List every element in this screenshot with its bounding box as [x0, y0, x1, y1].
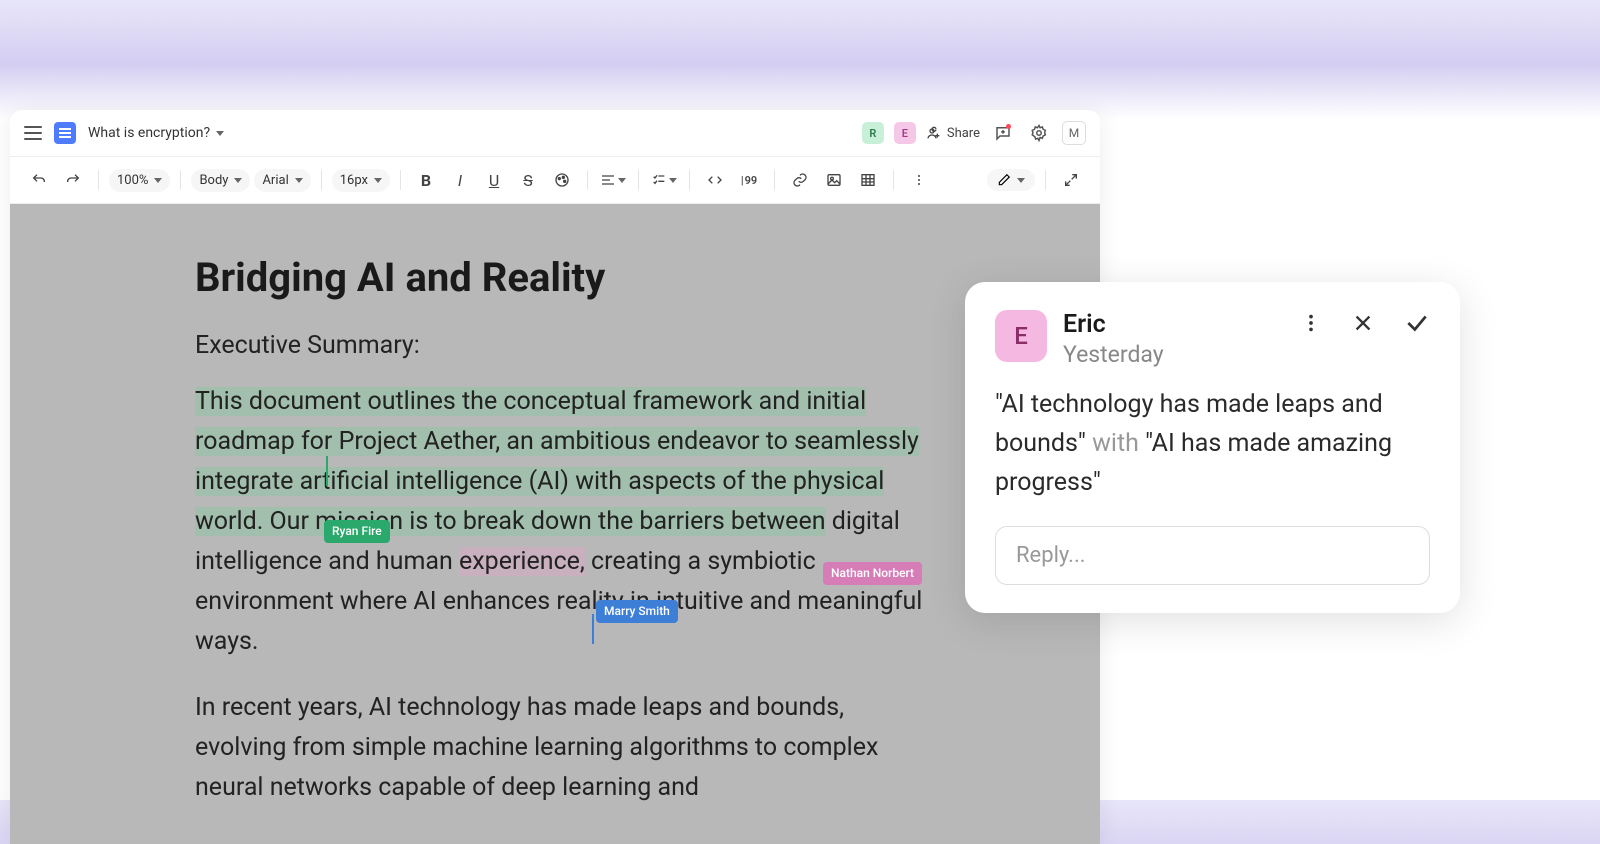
titlebar: What is encryption? R E Share M [10, 110, 1100, 157]
comment-author-name: Eric [1063, 310, 1284, 339]
link-icon [792, 172, 808, 188]
expand-button[interactable] [1056, 165, 1086, 195]
highlight-green: This document outlines the conceptual fr… [195, 387, 919, 456]
comment-body: "AI technology has made leaps and bounds… [995, 386, 1430, 502]
share-button[interactable]: Share [926, 125, 980, 141]
comment-with-text: with [1086, 429, 1145, 458]
cursor-tag-marry: Marry Smith [596, 600, 678, 623]
redo-icon [65, 172, 81, 188]
chevron-down-icon [618, 178, 626, 183]
more-vertical-icon [911, 172, 927, 188]
chevron-down-icon [669, 178, 677, 183]
chevron-down-icon [1017, 178, 1025, 183]
collaborator-avatar-r[interactable]: R [862, 122, 884, 144]
document-title-dropdown[interactable]: What is encryption? [88, 125, 224, 141]
document-title-text: What is encryption? [88, 125, 210, 141]
code-button[interactable] [700, 165, 730, 195]
cursor-tag-nathan: Nathan Norbert [823, 562, 922, 585]
comment-author-avatar: E [995, 310, 1047, 362]
fontsize-dropdown[interactable]: 16px [332, 169, 390, 192]
cursor-caret-green [326, 456, 328, 486]
comment-timestamp: Yesterday [1063, 341, 1284, 368]
comment-more-button[interactable] [1300, 312, 1322, 334]
undo-icon [31, 172, 47, 188]
menu-icon[interactable] [24, 126, 42, 140]
document-canvas[interactable]: Bridging AI and Reality Executive Summar… [10, 204, 1100, 844]
zoom-value: 100% [117, 173, 148, 188]
paragraph-1: This document outlines the conceptual fr… [195, 382, 935, 662]
paragraph-2: In recent years, AI technology has made … [195, 688, 935, 808]
palette-icon [554, 172, 570, 188]
line-number-display: |99 [734, 165, 764, 195]
more-vertical-icon [1300, 312, 1322, 334]
page-content: Bridging AI and Reality Executive Summar… [195, 254, 935, 808]
edit-mode-dropdown[interactable] [987, 169, 1035, 191]
align-left-icon [600, 172, 616, 188]
font-dropdown[interactable]: Arial [254, 169, 310, 192]
fontsize-value: 16px [340, 173, 368, 188]
align-button[interactable] [598, 165, 628, 195]
chevron-down-icon [295, 178, 303, 183]
table-button[interactable] [853, 165, 883, 195]
pen-icon [997, 173, 1011, 187]
code-icon [707, 172, 723, 188]
chevron-down-icon [234, 178, 242, 183]
highlight-green: integrate artificial intelligence (AI) w… [195, 467, 884, 536]
comment-close-button[interactable] [1352, 312, 1374, 334]
link-button[interactable] [785, 165, 815, 195]
document-subheading: Executive Summary: [195, 331, 935, 360]
italic-button[interactable]: I [445, 165, 475, 195]
chevron-down-icon [216, 131, 224, 136]
comment-card: E Eric Yesterday "AI technology has made… [965, 282, 1460, 613]
comment-reply-input[interactable]: Reply... [995, 526, 1430, 585]
document-heading: Bridging AI and Reality [195, 254, 935, 301]
user-menu-button[interactable]: M [1062, 121, 1086, 145]
strikethrough-button[interactable]: S [513, 165, 543, 195]
comment-resolve-button[interactable] [1404, 310, 1430, 336]
document-editor-window: What is encryption? R E Share M [10, 110, 1100, 844]
chevron-down-icon [374, 178, 382, 183]
check-icon [1404, 310, 1430, 336]
comments-button[interactable] [990, 120, 1016, 146]
underline-button[interactable]: U [479, 165, 509, 195]
chevron-down-icon [154, 178, 162, 183]
undo-button[interactable] [24, 165, 54, 195]
checklist-icon [651, 172, 667, 188]
collaborator-avatar-e[interactable]: E [894, 122, 916, 144]
highlight-pink: experience, [459, 547, 585, 576]
style-dropdown[interactable]: Body [191, 169, 250, 192]
cursor-caret-blue [592, 614, 594, 644]
more-button[interactable] [904, 165, 934, 195]
share-icon [926, 125, 942, 141]
font-value: Arial [262, 173, 288, 188]
cursor-tag-ryan: Ryan Fire [324, 520, 390, 543]
gear-icon [1030, 124, 1048, 142]
image-button[interactable] [819, 165, 849, 195]
redo-button[interactable] [58, 165, 88, 195]
notification-dot [1006, 124, 1011, 129]
expand-icon [1063, 172, 1079, 188]
style-value: Body [199, 173, 228, 188]
close-icon [1352, 312, 1374, 334]
checklist-button[interactable] [649, 165, 679, 195]
image-icon [826, 172, 842, 188]
settings-button[interactable] [1026, 120, 1052, 146]
color-button[interactable] [547, 165, 577, 195]
bold-button[interactable]: B [411, 165, 441, 195]
zoom-dropdown[interactable]: 100% [109, 169, 170, 192]
formatting-toolbar: 100% Body Arial 16px B I U S [10, 157, 1100, 204]
table-icon [860, 172, 876, 188]
share-label: Share [947, 126, 980, 141]
document-icon[interactable] [54, 122, 76, 144]
